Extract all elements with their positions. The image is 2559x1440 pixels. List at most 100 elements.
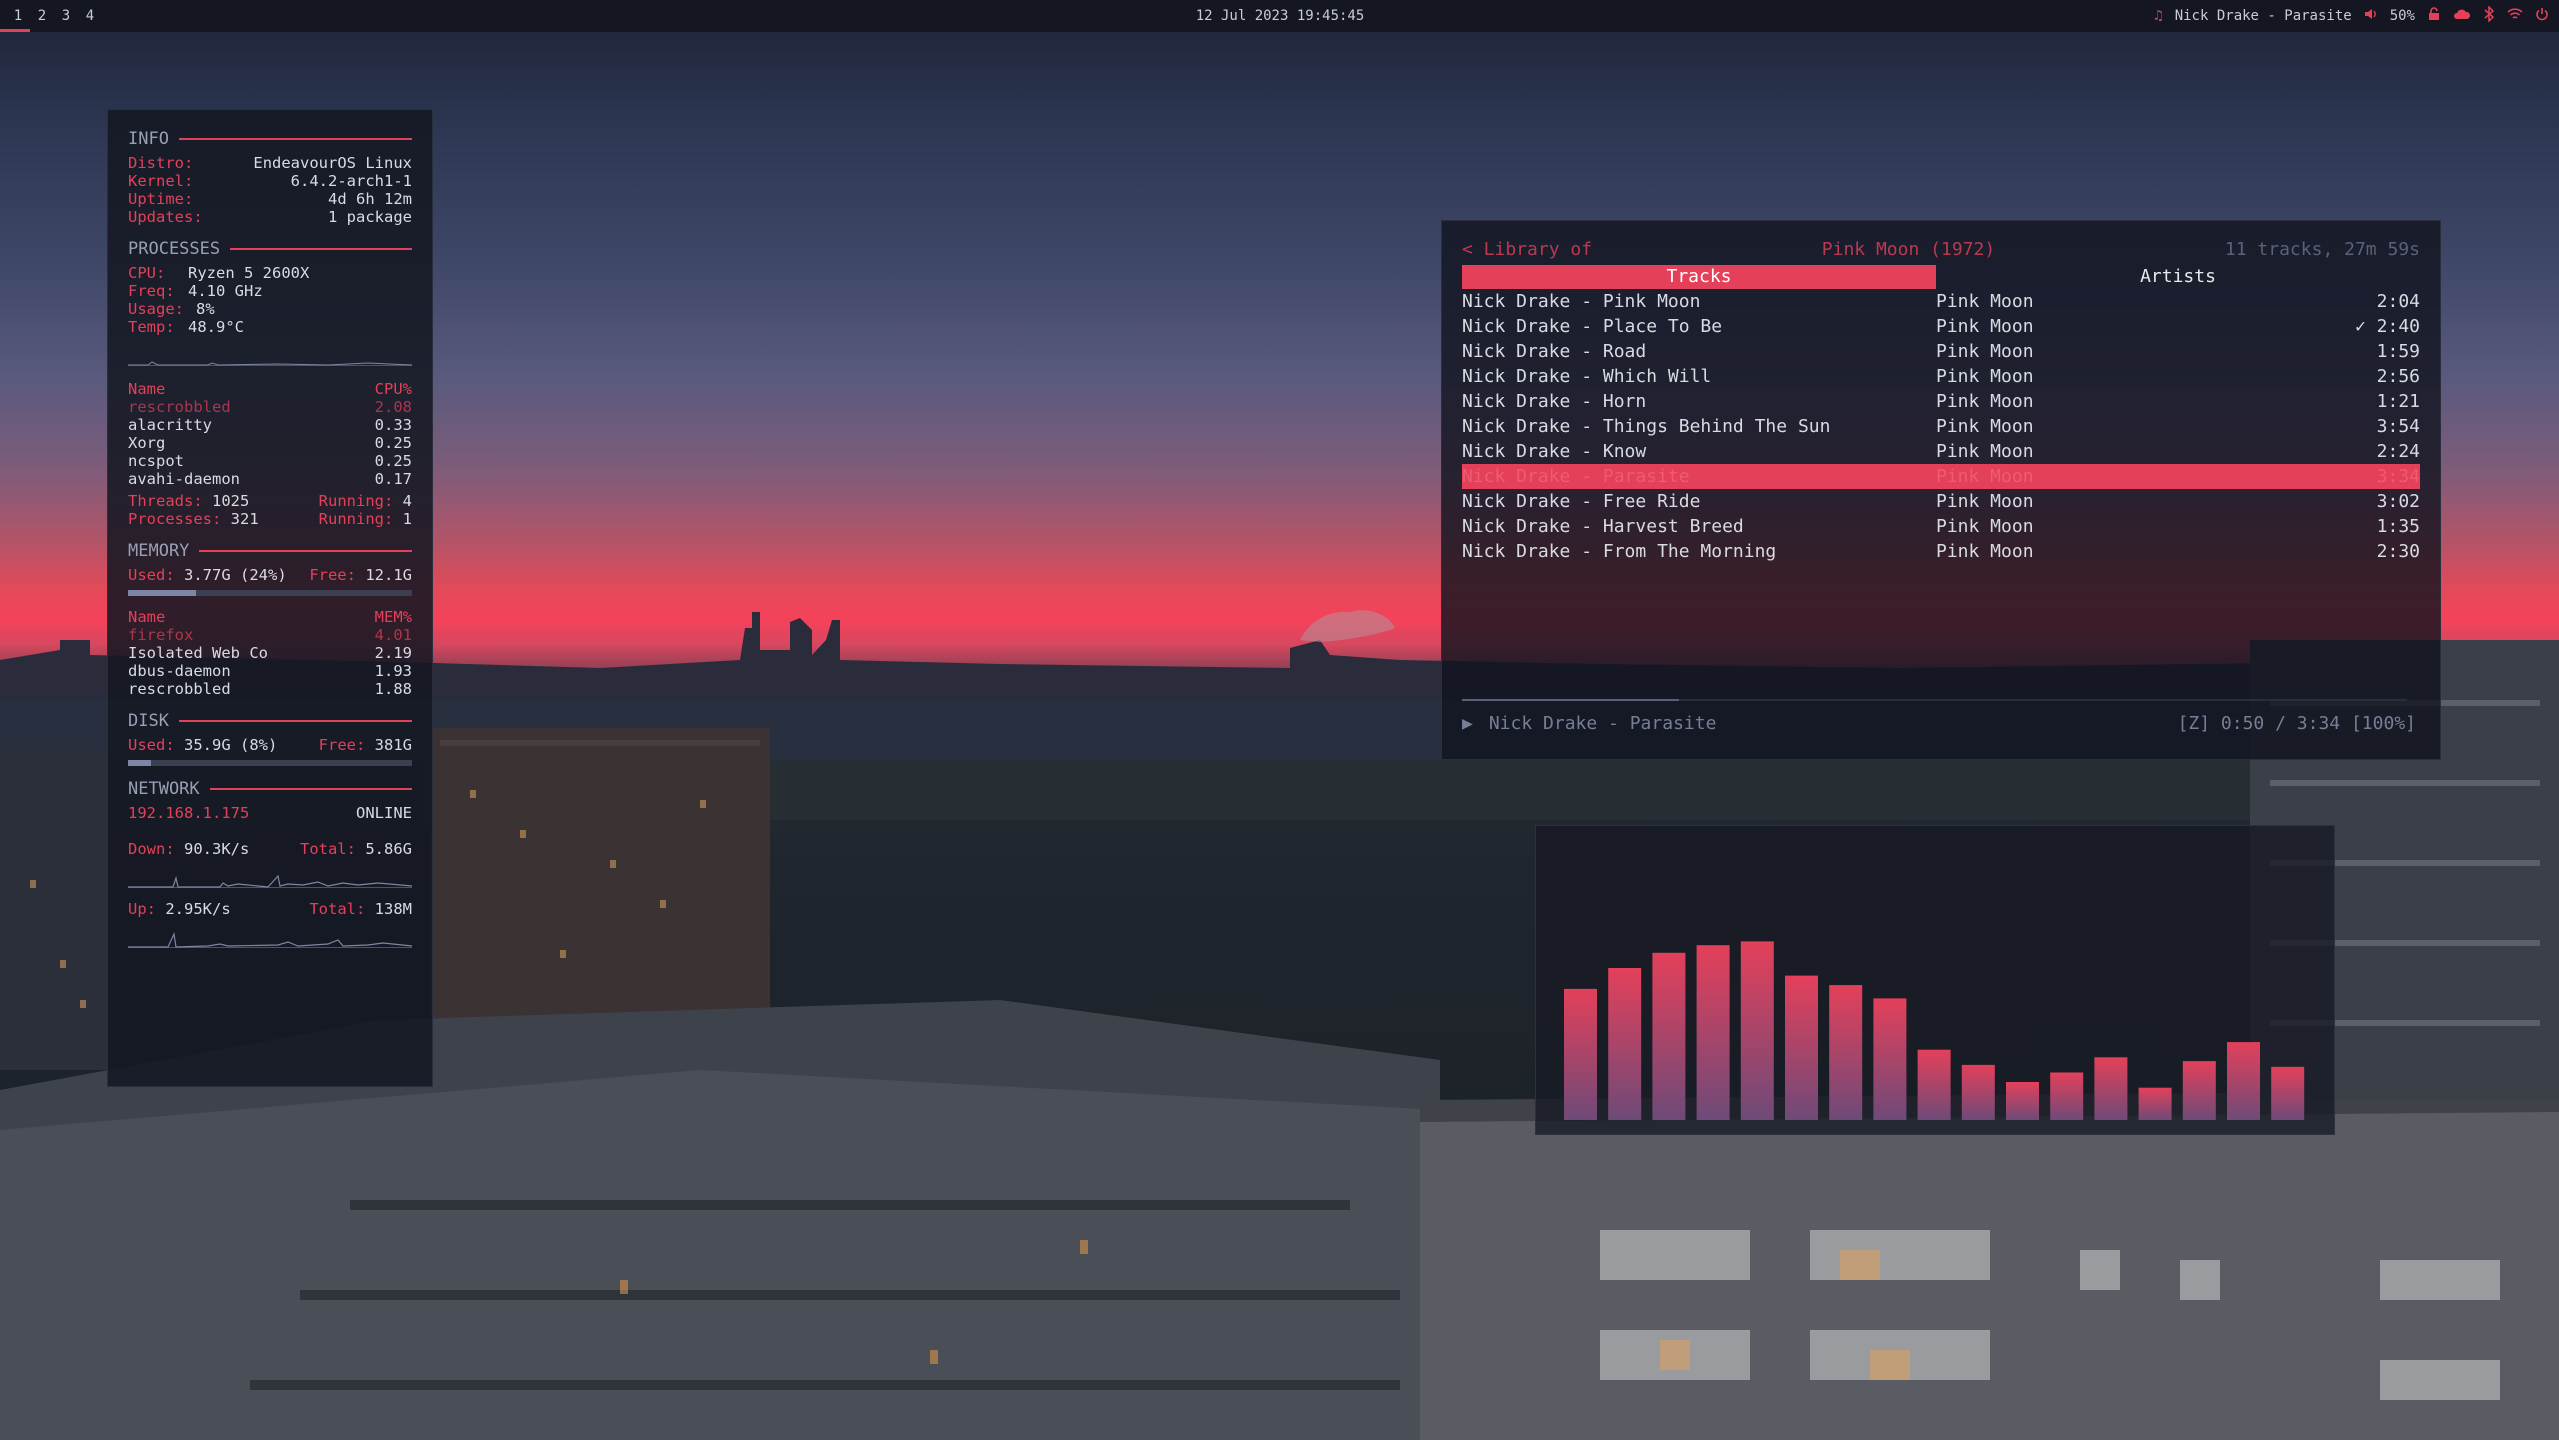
visualizer-bar — [1696, 945, 1730, 1120]
workspace-switcher: 1 2 3 4 — [0, 0, 102, 32]
track-row-playing[interactable]: Nick Drake - Parasite Pink Moon 3:34 — [1462, 464, 2420, 489]
disk-usage: Used: 35.9G (8%) Free: 381G — [128, 736, 412, 754]
music-note-icon[interactable]: ♫ — [2154, 8, 2162, 24]
clock[interactable]: 12 Jul 2023 19:45:45 — [1100, 0, 1460, 32]
cpu-graph — [128, 346, 413, 366]
status-now-playing: Nick Drake - Parasite — [1488, 713, 1717, 734]
process-row: Xorg 0.25 — [128, 434, 412, 452]
visualizer-bar — [1608, 968, 1642, 1120]
memory-process-header: Name MEM% — [128, 608, 412, 626]
music-player-window: < Library of Pink Moon (1972) 11 tracks,… — [1441, 220, 2441, 760]
track-row[interactable]: Nick Drake - Things Behind The Sun Pink M… — [1462, 414, 2420, 439]
player-tabs: Tracks Artists — [1462, 265, 2420, 289]
playback-progress-bar[interactable] — [1462, 699, 2407, 701]
track-row[interactable]: Nick Drake - Pink Moon Pink Moon 2:04 — [1462, 289, 2420, 314]
now-playing-label[interactable]: Nick Drake - Parasite — [2175, 8, 2352, 24]
ip-address: 192.168.1.175 — [128, 804, 250, 822]
visualizer-bar — [1917, 1049, 1951, 1120]
visualizer-bar — [1873, 998, 1907, 1120]
wifi-icon[interactable] — [2507, 7, 2523, 25]
visualizer-bar — [2094, 1057, 2128, 1120]
disk-bar-fill — [128, 760, 151, 766]
playback-progress-fill — [1462, 699, 1680, 701]
section-disk-title: DISK — [128, 712, 412, 730]
tab-tracks[interactable]: Tracks — [1462, 265, 1936, 289]
section-network-title: NETWORK — [128, 780, 412, 798]
info-distro: Distro: EndeavourOS Linux — [128, 154, 412, 172]
power-icon[interactable] — [2535, 7, 2549, 25]
cpu-process-header: Name CPU% — [128, 380, 412, 398]
info-uptime: Uptime: 4d 6h 12m — [128, 190, 412, 208]
visualizer-bar — [2138, 1087, 2172, 1120]
track-row[interactable]: Nick Drake - Which Will Pink Moon 2:56 — [1462, 364, 2420, 389]
section-processes-title: PROCESSES — [128, 240, 412, 258]
memory-process-row: firefox 4.01 — [128, 626, 412, 644]
process-row: ncspot 0.25 — [128, 452, 412, 470]
memory-bar — [128, 590, 412, 596]
download-row: Down: 90.3K/s Total: 5.86G — [128, 840, 412, 858]
player-status-bar: ▶ Nick Drake - Parasite [Z] 0:50 / 3:34 … — [1462, 713, 2416, 734]
album-summary: 11 tracks, 27m 59s — [2224, 239, 2420, 260]
system-tray: ♫ Nick Drake - Parasite 50% — [2154, 0, 2549, 32]
visualizer-bar — [2050, 1072, 2084, 1120]
network-status: ONLINE — [356, 804, 412, 822]
network-ip-row: 192.168.1.175 ONLINE — [128, 804, 412, 822]
info-kernel: Kernel: 6.4.2-arch1-1 — [128, 172, 412, 190]
info-updates: Updates: 1 package — [128, 208, 412, 226]
workspace-1[interactable]: 1 — [0, 0, 30, 32]
track-row[interactable]: Nick Drake - Harvest Breed Pink Moon 1:35 — [1462, 514, 2420, 539]
visualizer-bar — [1652, 952, 1686, 1120]
process-row: avahi-daemon 0.17 — [128, 470, 412, 488]
upload-graph — [128, 922, 413, 948]
track-row[interactable]: Nick Drake - From The Morning Pink Moon 2:… — [1462, 539, 2420, 564]
cloud-icon[interactable] — [2453, 7, 2471, 25]
top-bar: 1 2 3 4 12 Jul 2023 19:45:45 ♫ Nick Drak… — [0, 0, 2559, 32]
memory-usage: Used: 3.77G (24%) Free: 12.1G — [128, 566, 412, 584]
player-header: < Library of Pink Moon (1972) 11 tracks,… — [1462, 239, 2420, 265]
visualizer-bar — [1785, 975, 1818, 1120]
system-monitor-panel: INFO Distro: EndeavourOS Linux Kernel: 6.4… — [107, 109, 433, 1087]
volume-level[interactable]: 50% — [2390, 8, 2415, 24]
workspace-4[interactable]: 4 — [78, 0, 102, 32]
cpu-model: CPU: Ryzen 5 2600X — [128, 264, 310, 282]
disk-bar — [128, 760, 412, 766]
section-memory-title: MEMORY — [128, 542, 412, 560]
track-list: Nick Drake - Pink Moon Pink Moon 2:04 Nick… — [1462, 289, 2420, 564]
track-row[interactable]: Nick Drake - Know Pink Moon 2:24 — [1462, 439, 2420, 464]
visualizer-bar — [2182, 1061, 2216, 1120]
track-row[interactable]: Nick Drake - Free Ride Pink Moon 3:02 — [1462, 489, 2420, 514]
track-row[interactable]: Nick Drake - Place To Be Pink Moon ✓ 2:40 — [1462, 314, 2420, 339]
volume-icon[interactable] — [2364, 7, 2378, 25]
track-row[interactable]: Nick Drake - Horn Pink Moon 1:21 — [1462, 389, 2420, 414]
memory-process-row: rescrobbled 1.88 — [128, 680, 412, 698]
audio-visualizer — [1535, 825, 2335, 1135]
section-info-title: INFO — [128, 130, 412, 148]
process-row: alacritty 0.33 — [128, 416, 412, 434]
visualizer-bar — [2006, 1082, 2039, 1120]
memory-process-row: dbus-daemon 1.93 — [128, 662, 412, 680]
lock-icon[interactable] — [2427, 7, 2441, 25]
processes-row: Processes: 321 Running: 1 — [128, 510, 412, 528]
album-title: Pink Moon (1972) — [1821, 239, 1996, 260]
visualizer-bar — [2227, 1042, 2260, 1120]
play-icon[interactable]: ▶ — [1462, 713, 1473, 734]
playback-position: [Z] 0:50 / 3:34 [100%] — [2177, 713, 2416, 734]
bluetooth-icon[interactable] — [2483, 5, 2495, 26]
visualizer-bar — [1564, 988, 1597, 1120]
download-graph — [128, 862, 413, 888]
workspace-2[interactable]: 2 — [30, 0, 54, 32]
visualizer-bar — [1961, 1064, 1995, 1120]
visualizer-bar — [2271, 1066, 2305, 1120]
cpu-temp: Temp: 48.9°C — [128, 318, 244, 336]
threads-row: Threads: 1025 Running: 4 — [128, 492, 412, 510]
cpu-freq: Freq: 4.10 GHz — [128, 282, 263, 300]
back-to-library-link[interactable]: < Library of — [1462, 239, 1592, 265]
upload-row: Up: 2.95K/s Total: 138M — [128, 900, 412, 918]
memory-process-row: Isolated Web Co 2.19 — [128, 644, 412, 662]
workspace-3[interactable]: 3 — [54, 0, 78, 32]
tab-artists[interactable]: Artists — [1936, 265, 2420, 289]
process-row: rescrobbled 2.08 — [128, 398, 412, 416]
track-row[interactable]: Nick Drake - Road Pink Moon 1:59 — [1462, 339, 2420, 364]
cpu-usage: Usage: 8% — [128, 300, 215, 318]
visualizer-bar — [1829, 985, 1863, 1120]
